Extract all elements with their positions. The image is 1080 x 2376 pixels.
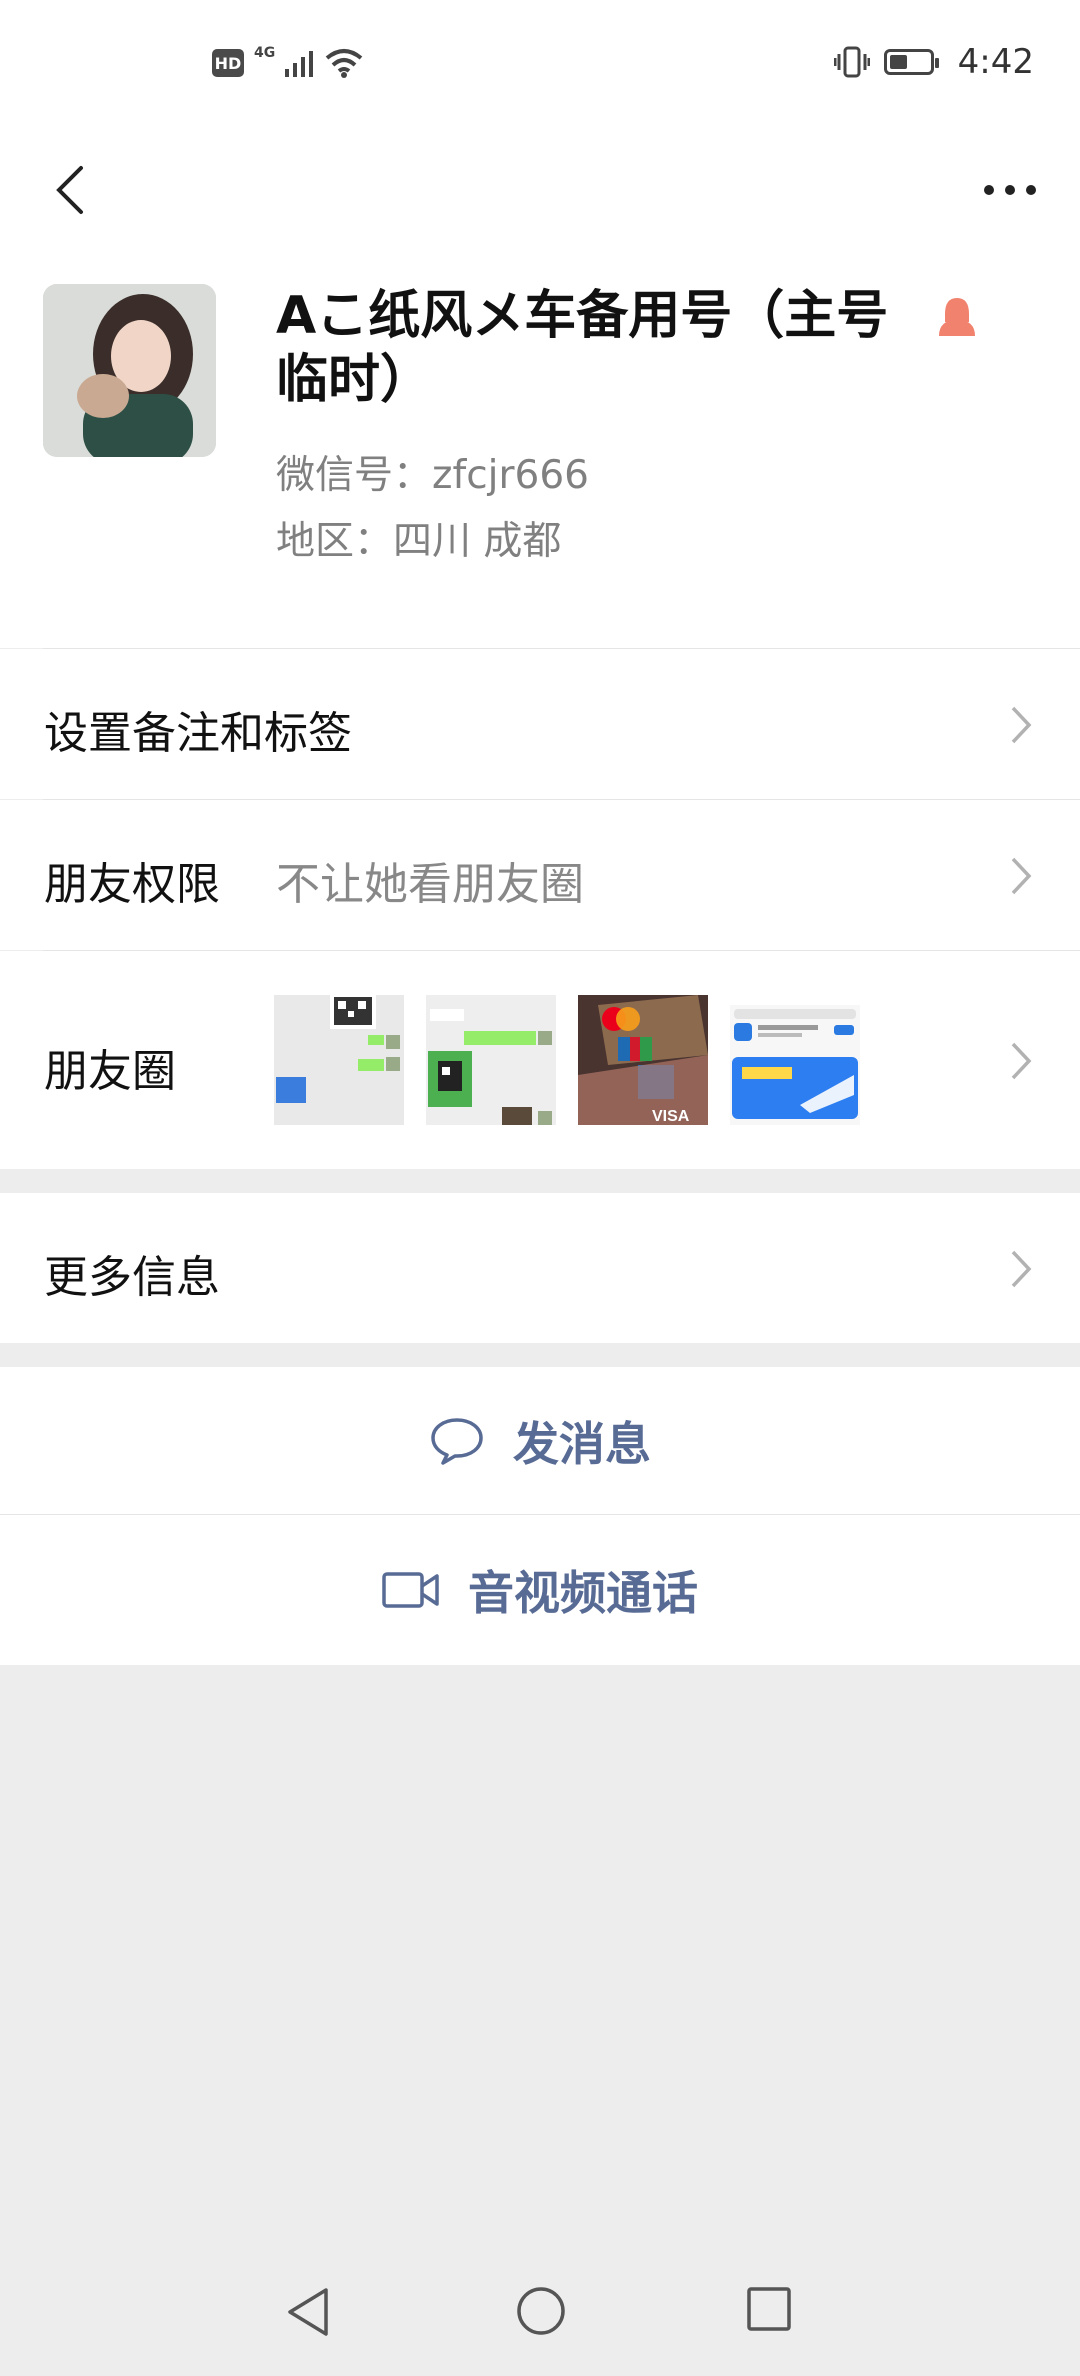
video-call-button[interactable]: 音视频通话 xyxy=(0,1515,1080,1665)
nav-bar xyxy=(0,140,1080,250)
nav-back-button[interactable] xyxy=(286,2286,330,2342)
send-message-label: 发消息 xyxy=(513,1416,651,1471)
clock: 4:42 xyxy=(957,42,1034,82)
moments-thumbnail xyxy=(426,995,556,1125)
system-nav-bar xyxy=(0,2256,1080,2376)
region: 地区：四川 成都 xyxy=(276,519,562,564)
more-dots-icon xyxy=(984,185,1036,195)
battery-icon xyxy=(883,49,939,75)
wechat-id: 微信号：zfcjr666 xyxy=(276,453,589,498)
hd-badge: HD xyxy=(212,49,244,77)
network-label: 4G xyxy=(254,45,276,61)
square-recents-icon xyxy=(747,2287,791,2331)
video-camera-icon xyxy=(382,1572,439,1608)
triangle-back-icon xyxy=(288,2288,328,2336)
female-icon xyxy=(936,296,978,342)
video-call-label: 音视频通话 xyxy=(468,1566,698,1620)
chevron-right-icon xyxy=(1011,857,1032,895)
avatar[interactable] xyxy=(43,284,216,457)
row-permission-label: 朋友权限 xyxy=(44,859,220,910)
nav-home-button[interactable] xyxy=(516,2286,566,2340)
chevron-right-icon xyxy=(1011,706,1032,744)
profile-name: Aこ纸风メ车备用号（主号临时） xyxy=(276,286,889,410)
status-right: 4:42 xyxy=(833,42,1034,82)
nav-recents-button[interactable] xyxy=(746,2286,792,2336)
chevron-right-icon xyxy=(1011,1250,1032,1288)
avatar-photo xyxy=(43,284,216,457)
moments-thumbnail xyxy=(274,995,404,1125)
row-moments-label: 朋友圈 xyxy=(44,1046,176,1097)
wifi-icon xyxy=(325,49,363,78)
row-permission-value: 不让她看朋友圈 xyxy=(276,859,584,910)
back-button[interactable] xyxy=(30,150,110,230)
circle-home-icon xyxy=(517,2287,565,2335)
chevron-left-icon xyxy=(56,166,83,214)
vibrate-icon xyxy=(833,46,870,78)
send-message-button[interactable]: 发消息 xyxy=(0,1367,1080,1514)
moments-thumbnail: VISA xyxy=(578,995,708,1125)
status-left: HD 4G xyxy=(212,45,363,78)
row-moments[interactable]: 朋友圈 VISA xyxy=(0,951,1080,1169)
more-button[interactable] xyxy=(960,150,1060,230)
profile-header: Aこ纸风メ车备用号（主号临时） 微信号：zfcjr666 地区：四川 成都 xyxy=(0,250,1080,648)
signal-icon xyxy=(285,51,314,77)
row-friend-permission[interactable]: 朋友权限 不让她看朋友圈 xyxy=(0,800,1080,950)
row-remark-label: 设置备注和标签 xyxy=(44,708,352,759)
row-more-info-label: 更多信息 xyxy=(44,1252,220,1303)
svg-text:VISA: VISA xyxy=(652,1108,690,1125)
chat-bubble-icon xyxy=(431,1417,483,1465)
status-bar: HD 4G 4:42 xyxy=(0,0,1080,140)
row-remark-tags[interactable]: 设置备注和标签 xyxy=(0,649,1080,799)
moments-thumbnail xyxy=(730,995,860,1125)
chevron-right-icon xyxy=(1011,1042,1032,1080)
row-more-info[interactable]: 更多信息 xyxy=(0,1193,1080,1343)
